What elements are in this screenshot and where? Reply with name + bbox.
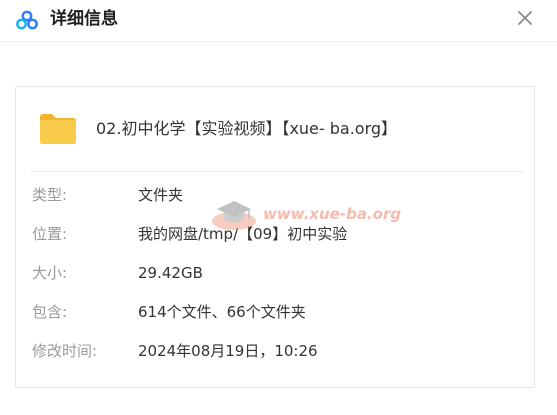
watermark-text: www.xue-ba.org bbox=[263, 205, 402, 223]
detail-label: 类型: bbox=[32, 186, 68, 204]
detail-value: 29.42GB bbox=[138, 264, 203, 282]
detail-label: 修改时间: bbox=[32, 342, 98, 360]
baidu-netdisk-logo-icon bbox=[16, 10, 38, 30]
divider bbox=[30, 171, 524, 172]
detail-value: 文件夹 bbox=[138, 186, 184, 204]
dialog-title: 详细信息 bbox=[50, 9, 118, 29]
detail-value: 614个文件、66个文件夹 bbox=[138, 303, 306, 321]
detail-row-size: 大小: 29.42GB bbox=[32, 261, 526, 285]
detail-row-type: 类型: 文件夹 bbox=[32, 183, 526, 207]
detail-label: 位置: bbox=[32, 225, 68, 243]
detail-row-contains: 包含: 614个文件、66个文件夹 bbox=[32, 300, 526, 324]
detail-value: 2024年08月19日，10:26 bbox=[138, 342, 318, 360]
detail-value: 我的网盘/tmp/【09】初中实验 bbox=[138, 225, 348, 243]
dialog-titlebar: 详细信息 bbox=[0, 0, 557, 42]
detail-row-modified: 修改时间: 2024年08月19日，10:26 bbox=[32, 339, 526, 363]
folder-icon bbox=[40, 114, 76, 144]
close-icon[interactable] bbox=[515, 8, 535, 28]
file-name: 02.初中化学【实验视频】【xue- ba.org】 bbox=[96, 119, 398, 138]
details-dialog: 详细信息 02.初中化学【实验视频】【xue- ba.org】 类型: 文件夹 … bbox=[0, 0, 557, 415]
detail-label: 包含: bbox=[32, 303, 68, 321]
detail-row-location: 位置: 我的网盘/tmp/【09】初中实验 bbox=[32, 222, 526, 246]
detail-label: 大小: bbox=[32, 264, 68, 282]
details-card: 02.初中化学【实验视频】【xue- ba.org】 类型: 文件夹 位置: 我… bbox=[15, 86, 535, 388]
